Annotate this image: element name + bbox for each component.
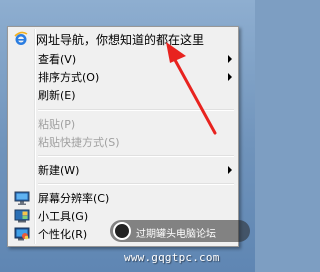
menu-item-view[interactable]: 查看(V) (10, 49, 236, 69)
watermark-logo-icon (113, 222, 131, 240)
submenu-arrow-icon (228, 55, 232, 63)
menu-item-new[interactable]: 新建(W) (10, 160, 236, 180)
menu-item-label: 排序方式(O) (38, 71, 100, 84)
forum-watermark: 过期罐头电脑论坛 (110, 220, 250, 242)
display-icon (14, 191, 30, 205)
submenu-arrow-icon (228, 166, 232, 174)
menu-item-label: 屏幕分辨率(C) (38, 192, 110, 205)
menu-item-label: 刷新(E) (38, 89, 76, 102)
watermark-text: 过期罐头电脑论坛 (136, 229, 216, 240)
menu-item-label: 小工具(G) (38, 210, 89, 223)
submenu-arrow-icon (228, 73, 232, 81)
personalize-icon (14, 227, 30, 241)
menu-separator (38, 183, 234, 185)
menu-item-label: 网址导航，你想知道的都在这里 (36, 32, 205, 47)
menu-item-sort-by[interactable]: 排序方式(O) (10, 67, 236, 87)
menu-item-refresh[interactable]: 刷新(E) (10, 85, 236, 105)
menu-separator (38, 109, 234, 111)
gadgets-icon (14, 209, 30, 223)
desktop-context-menu: 网址导航，你想知道的都在这里 查看(V) 排序方式(O) 刷新(E) 粘贴(P)… (7, 26, 239, 247)
menu-separator (38, 155, 234, 157)
menu-item-label: 查看(V) (38, 53, 77, 66)
menu-item-paste-shortcut: 粘贴快捷方式(S) (10, 132, 236, 152)
watermark-url: www.gqgtpc.com (124, 251, 220, 264)
menu-item-label: 新建(W) (38, 164, 80, 177)
menu-item-web-navigation[interactable]: 网址导航，你想知道的都在这里 (10, 29, 236, 49)
ie-icon (14, 31, 28, 45)
menu-item-screen-resolution[interactable]: 屏幕分辨率(C) (10, 188, 236, 208)
menu-item-paste: 粘贴(P) (10, 114, 236, 134)
menu-item-label: 个性化(R) (38, 228, 88, 241)
menu-item-label: 粘贴快捷方式(S) (38, 136, 120, 149)
menu-item-label: 粘贴(P) (38, 118, 76, 131)
